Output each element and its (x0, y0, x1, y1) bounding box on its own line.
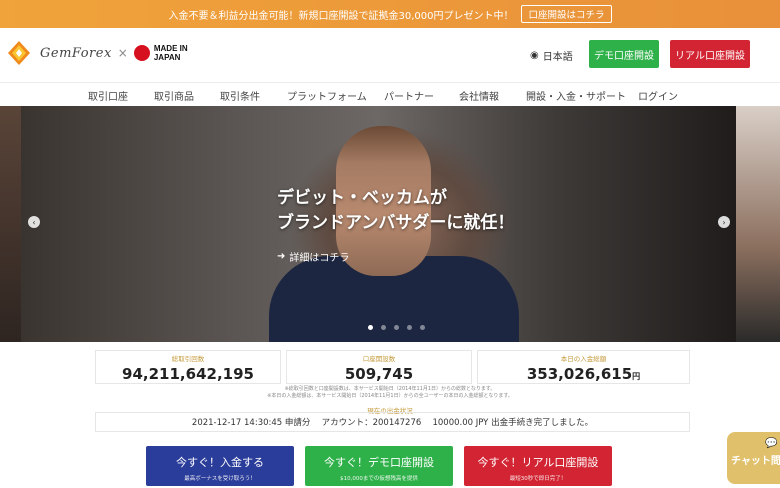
deposit-cta-button[interactable]: 今すぐ！入金する 最高ボーナスを受け取ろう！ (146, 446, 294, 486)
slider-dot[interactable] (368, 325, 373, 330)
promo-banner: 入金不要＆利益分出金可能！新規口座開設で証拠金30,000円プレゼント中！ 口座… (0, 0, 780, 28)
nav-item-login[interactable]: ログイン (638, 88, 678, 103)
chat-bubble-icon: 💬 (765, 438, 778, 449)
hero-slider[interactable]: デビット・ベッカムが ブランドアンバサダーに就任！ ➜ 詳細はコチラ ‹ › (0, 106, 780, 342)
nav-item-conditions[interactable]: 取引条件 (220, 88, 260, 103)
stat-total-trades: 総取引回数 94,211,642,195 (95, 350, 281, 384)
demo-cta-button[interactable]: 今すぐ！デモ口座開設 $10,000までの仮想残高を提供 (305, 446, 453, 486)
japan-flag-icon (133, 45, 150, 61)
nav-item-products[interactable]: 取引商品 (154, 88, 194, 103)
stat-label: 総取引回数 (171, 355, 205, 363)
slider-prev-button[interactable]: ‹ (28, 216, 40, 228)
nav-item-company[interactable]: 会社情報 (459, 88, 499, 103)
main-nav: 取引口座 取引商品 取引条件 プラットフォーム パートナー 会社情報 開設・入金… (0, 82, 780, 106)
stat-accounts: 口座開設数 509,745 (286, 350, 472, 384)
next-slide-preview (736, 106, 780, 342)
slider-next-button[interactable]: › (718, 216, 730, 228)
nav-item-partner[interactable]: パートナー (384, 88, 434, 103)
promo-text: 入金不要＆利益分出金可能！新規口座開設で証拠金30,000円プレゼント中！ (168, 10, 514, 22)
slider-dots (368, 325, 425, 330)
nav-item-platform[interactable]: プラットフォーム (287, 88, 367, 103)
demo-account-button[interactable]: デモ口座開設 (589, 40, 659, 68)
stats-notes: ※総取引回数と口座開設数は、本サービス開始日（2014年11月1日）からの総数と… (267, 386, 513, 399)
slider-dot[interactable] (420, 325, 425, 330)
slide-more-link[interactable]: ➜ 詳細はコチラ (277, 249, 349, 264)
promo-link[interactable]: 口座開設はコチラ (521, 5, 612, 23)
stat-value: 509,745 (344, 365, 414, 383)
slider-dot[interactable] (394, 325, 399, 330)
real-account-button[interactable]: リアル口座開設 (670, 40, 750, 68)
stat-value: 353,026,615円 (526, 365, 641, 383)
stat-value: 94,211,642,195 (122, 365, 254, 383)
withdrawal-status-ticker: 2021-12-17 14:30:45 申請分 アカウント：200147276 … (95, 412, 690, 432)
hero-slide[interactable]: デビット・ベッカムが ブランドアンバサダーに就任！ ➜ 詳細はコチラ (21, 106, 736, 342)
chat-label: チャット問 (731, 456, 780, 467)
globe-icon: ◉ (530, 50, 539, 61)
real-cta-button[interactable]: 今すぐ！リアル口座開設 最短30秒で即日完了！ (464, 446, 612, 486)
stats-section: 総取引回数 94,211,642,195 口座開設数 509,745 本日の入金… (0, 342, 780, 434)
chat-widget[interactable]: 💬 チャット問 (727, 432, 780, 484)
site-header: GemForex × MADE IN JAPAN ◉ 日本語 デモ口座開設 リアル… (0, 28, 780, 80)
logo-separator: × (117, 46, 128, 60)
nav-item-support[interactable]: 開設・入金・サポート (526, 88, 626, 103)
made-in-japan-badge: MADE IN JAPAN (133, 44, 188, 62)
made-in-japan-text: MADE IN JAPAN (153, 44, 188, 62)
language-label: 日本語 (542, 52, 573, 63)
slider-dot[interactable] (381, 325, 386, 330)
language-selector[interactable]: ◉ 日本語 (530, 48, 573, 63)
slider-dot[interactable] (407, 325, 412, 330)
logo[interactable]: GemForex × MADE IN JAPAN (4, 38, 188, 68)
slide-title: デビット・ベッカムが ブランドアンバサダーに就任！ (277, 188, 515, 233)
stat-label: 本日の入金総額 (560, 355, 607, 363)
logo-text: GemForex (40, 45, 112, 61)
circle-arrow-icon: ➜ (277, 251, 286, 262)
prev-slide-preview (0, 106, 21, 342)
nav-item-trading-accounts[interactable]: 取引口座 (88, 88, 128, 103)
gemforex-logo-icon (4, 38, 34, 68)
stat-deposits: 本日の入金総額 353,026,615円 (477, 350, 690, 384)
stat-label: 口座開設数 (362, 355, 396, 363)
